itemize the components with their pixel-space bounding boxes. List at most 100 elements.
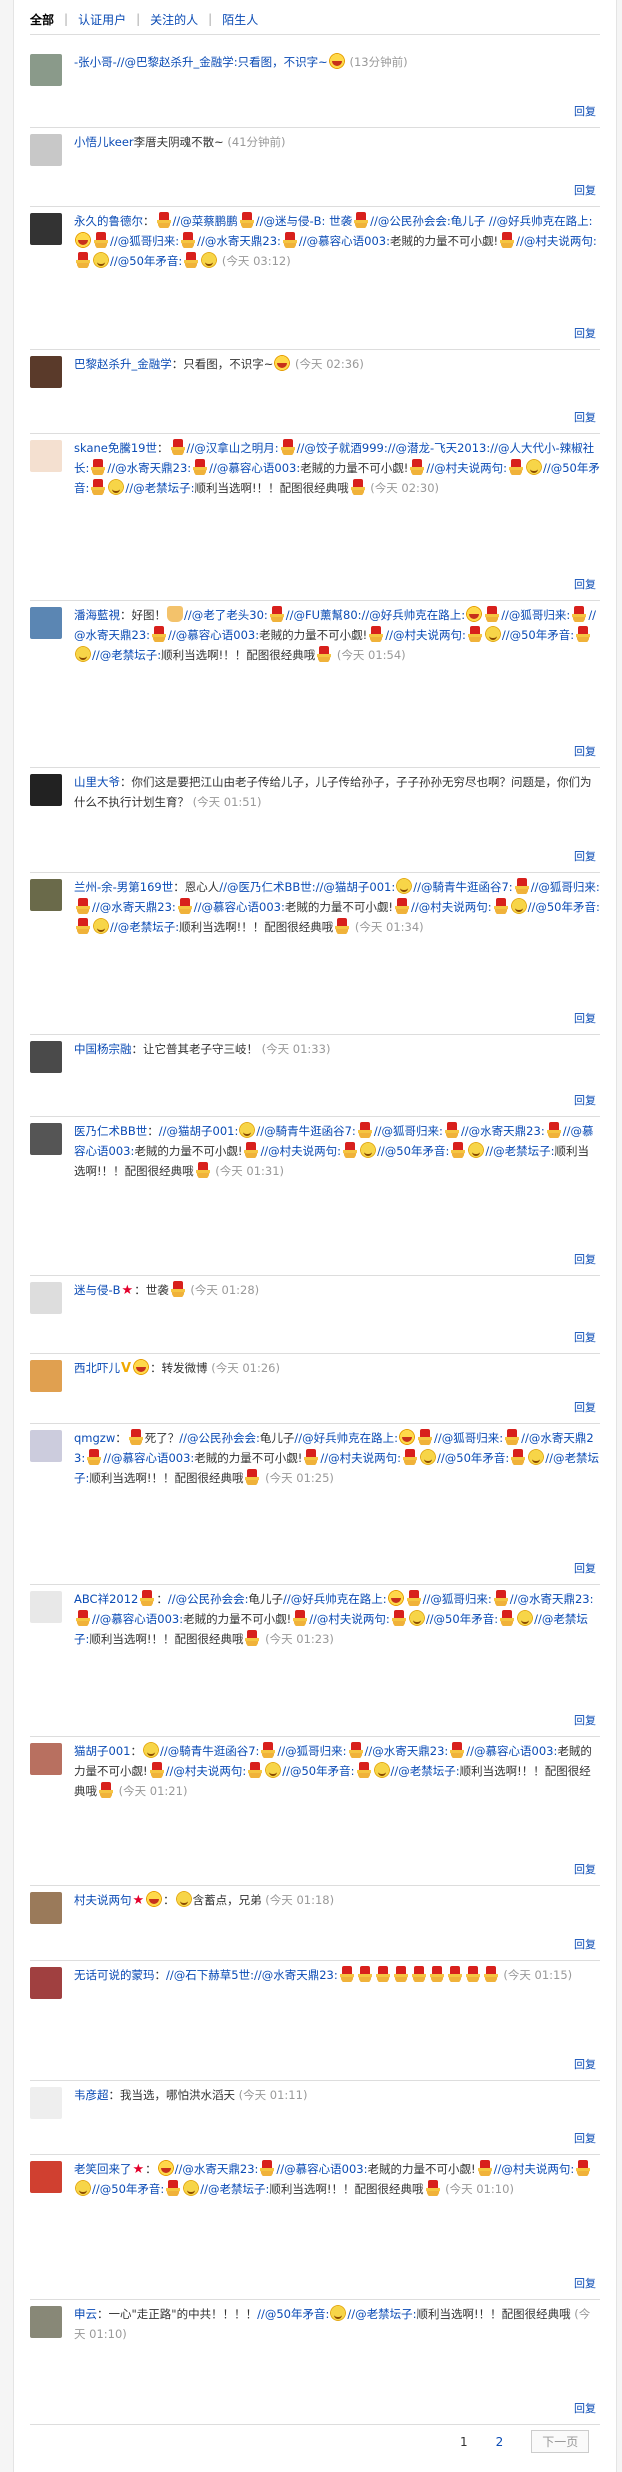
reply-link[interactable]: 回复 xyxy=(574,1010,596,1026)
avatar[interactable] xyxy=(30,1430,62,1462)
repost-mention-link[interactable]: //@50年矛音: xyxy=(426,1612,498,1626)
username-link[interactable]: 村夫说两句 xyxy=(74,1893,132,1907)
repost-mention-link[interactable]: //@老禁坛子: xyxy=(110,920,179,934)
avatar[interactable] xyxy=(30,1282,62,1314)
repost-mention-link[interactable]: //@老禁坛子: xyxy=(92,648,161,662)
repost-mention-link[interactable]: //@村夫说两句: xyxy=(516,234,597,248)
repost-mention-link[interactable]: //@慕容心语003: xyxy=(276,2162,367,2176)
repost-mention-link[interactable]: //@水寄天鼎23: xyxy=(510,1592,594,1606)
username-link[interactable]: 医乃仁术BB世 xyxy=(74,1124,147,1138)
repost-mention-link[interactable]: //@慕容心语003: xyxy=(299,234,390,248)
repost-mention-link[interactable]: //@狐哥归来: xyxy=(277,1744,346,1758)
repost-mention-link[interactable]: //@50年矛音: xyxy=(257,2307,329,2321)
username-link[interactable]: 无话可说的蒙玛 xyxy=(74,1968,155,1982)
avatar[interactable] xyxy=(30,1967,62,1999)
repost-mention-link[interactable]: //@慕容心语003: xyxy=(194,900,285,914)
repost-mention-link[interactable]: //@村夫说两句: xyxy=(260,1144,341,1158)
repost-mention-link[interactable]: //@50年矛音: xyxy=(502,628,574,642)
reply-link[interactable]: 回复 xyxy=(574,1560,596,1576)
username-link[interactable]: ABC祥2012 xyxy=(74,1592,138,1606)
username-link[interactable]: skane免騰19世 xyxy=(74,441,157,455)
reply-link[interactable]: 回复 xyxy=(574,1092,596,1108)
repost-mention-link[interactable]: //@老禁坛子: xyxy=(125,481,194,495)
repost-mention-link[interactable]: //@慕容心语003: xyxy=(92,1612,183,1626)
repost-mention-link[interactable]: //@村夫说两句: xyxy=(426,461,507,475)
repost-mention-link[interactable]: //@老禁坛子: xyxy=(391,1764,460,1778)
avatar[interactable] xyxy=(30,54,62,86)
avatar[interactable] xyxy=(30,1743,62,1775)
repost-mention-link[interactable]: //@騎青牛逛函谷7: xyxy=(256,1124,355,1138)
avatar[interactable] xyxy=(30,1123,62,1155)
repost-mention-link[interactable]: //@村夫说两句: xyxy=(320,1451,401,1465)
repost-mention-link[interactable]: //@石下赫草5世: xyxy=(166,1968,254,1982)
repost-mention-link[interactable]: //@FU薰幫80://@好兵帅克在路上: xyxy=(286,608,465,622)
page-2[interactable]: 2 xyxy=(496,2435,504,2449)
reply-link[interactable]: 回复 xyxy=(574,1936,596,1952)
reply-link[interactable]: 回复 xyxy=(574,182,596,198)
reply-link[interactable]: 回复 xyxy=(574,743,596,759)
avatar[interactable] xyxy=(30,1591,62,1623)
repost-mention-link[interactable]: //@迷与侵-B: 世袭 xyxy=(256,214,352,228)
avatar[interactable] xyxy=(30,879,62,911)
repost-mention-link[interactable]: //@水寄天鼎23: xyxy=(107,461,191,475)
repost-mention-link[interactable]: //@老禁坛子: xyxy=(485,1144,554,1158)
avatar[interactable] xyxy=(30,1360,62,1392)
repost-mention-link[interactable]: //@50年矛音: xyxy=(282,1764,354,1778)
avatar[interactable] xyxy=(30,134,62,166)
username-link[interactable]: 迷与侵-B xyxy=(74,1283,121,1297)
repost-mention-link[interactable]: //@水寄天鼎23: xyxy=(175,2162,259,2176)
repost-mention-link[interactable]: //@村夫说两句: xyxy=(411,900,492,914)
repost-mention-link[interactable]: //@菜蔡鹏鹏 xyxy=(173,214,238,228)
username-link[interactable]: 永久的鲁德尔 xyxy=(74,214,143,228)
username-link[interactable]: 小悟儿keer xyxy=(74,135,134,149)
repost-mention-link[interactable]: //@狐哥归来: xyxy=(531,880,600,894)
tab-strangers[interactable]: 陌生人 xyxy=(212,11,268,28)
username-link[interactable]: 老笑回来了 xyxy=(74,2162,132,2176)
reply-link[interactable]: 回复 xyxy=(574,409,596,425)
repost-mention-link[interactable]: //@老禁坛子: xyxy=(200,2182,269,2196)
repost-mention-link[interactable]: //@狐哥归来: xyxy=(501,608,570,622)
avatar[interactable] xyxy=(30,440,62,472)
username-link[interactable]: 兰州-余-男第169世 xyxy=(74,880,173,894)
repost-mention-link[interactable]: //@好兵帅克在路上: xyxy=(283,1592,387,1606)
page-1[interactable]: 1 xyxy=(460,2435,468,2449)
repost-mention-link[interactable]: //@医乃仁术BB世: xyxy=(219,880,315,894)
avatar[interactable] xyxy=(30,213,62,245)
repost-mention-link[interactable]: //@慕容心语003: xyxy=(168,628,259,642)
username-link[interactable]: 中国杨宗融 xyxy=(74,1042,132,1056)
reply-link[interactable]: 回复 xyxy=(574,1399,596,1415)
username-link[interactable]: 申云 xyxy=(74,2307,97,2321)
repost-mention-link[interactable]: //@好兵帅克在路上: xyxy=(294,1431,398,1445)
avatar[interactable] xyxy=(30,356,62,388)
reply-link[interactable]: 回复 xyxy=(574,103,596,119)
repost-mention-link[interactable]: //@公民孙会会: xyxy=(168,1592,249,1606)
avatar[interactable] xyxy=(30,2306,62,2338)
repost-mention-link[interactable]: //@汉拿山之明月: xyxy=(187,441,279,455)
repost-mention-link[interactable]: //@老了老头30: xyxy=(184,608,268,622)
repost-mention-link[interactable]: //@村夫说两句: xyxy=(166,1764,247,1778)
repost-mention-link[interactable]: //@猫胡子001: xyxy=(159,1124,239,1138)
reply-link[interactable]: 回复 xyxy=(574,2400,596,2416)
reply-link[interactable]: 回复 xyxy=(574,1712,596,1728)
repost-mention-link[interactable]: //@老禁坛子: xyxy=(347,2307,416,2321)
reply-link[interactable]: 回复 xyxy=(574,848,596,864)
repost-mention-link[interactable]: //@公民孙会会: xyxy=(179,1431,260,1445)
username-link[interactable]: 西北吓儿 xyxy=(74,1361,120,1375)
repost-mention-link[interactable]: //@50年矛音: xyxy=(437,1451,509,1465)
repost-mention-link[interactable]: //@慕容心语003: xyxy=(209,461,300,475)
reply-link[interactable]: 回复 xyxy=(574,1251,596,1267)
repost-mention-link[interactable]: //@狐哥归来: xyxy=(374,1124,443,1138)
repost-mention-link[interactable]: //@水寄天鼎23: xyxy=(461,1124,545,1138)
repost-mention-link[interactable]: //@村夫说两句: xyxy=(494,2162,575,2176)
tab-all[interactable]: 全部 xyxy=(30,11,64,28)
repost-mention-link[interactable]: //@狐哥归来: xyxy=(110,234,179,248)
repost-mention-link[interactable]: //@公民孙会会:龟儿子 //@好兵帅克在路上: xyxy=(370,214,592,228)
repost-mention-link[interactable]: //@騎青牛逛函谷7: xyxy=(413,880,512,894)
repost-mention-link[interactable]: //@水寄天鼎23: xyxy=(197,234,281,248)
repost-mention-link[interactable]: //@騎青牛逛函谷7: xyxy=(160,1744,259,1758)
reply-link[interactable]: 回复 xyxy=(574,1861,596,1877)
reply-link[interactable]: 回复 xyxy=(574,325,596,341)
repost-mention-link[interactable]: //@慕容心语003: xyxy=(103,1451,194,1465)
username-link[interactable]: 韦彦超 xyxy=(74,2088,109,2102)
repost-mention-link[interactable]: //@水寄天鼎23: xyxy=(254,1968,338,1982)
